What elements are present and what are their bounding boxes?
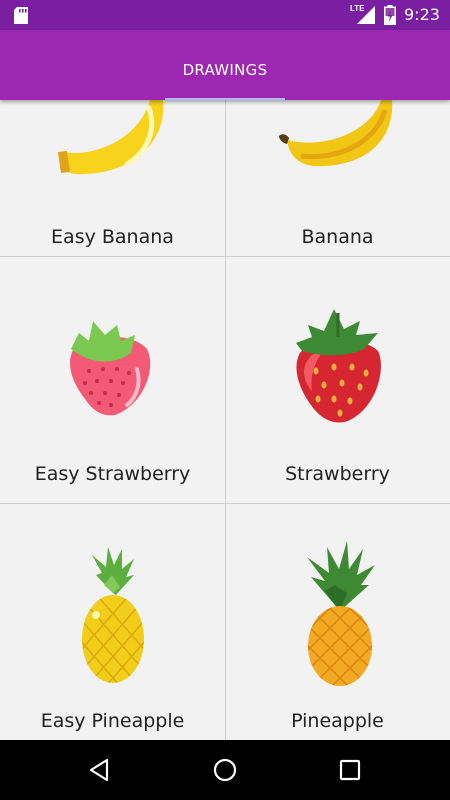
navigation-bar [0,740,450,800]
drawing-label: Easy Pineapple [40,710,185,732]
easy-pineapple-icon [82,547,144,683]
status-clock: 9:23 [404,5,440,24]
tab-label: DRAWINGS [182,61,268,79]
drawing-item-banana[interactable]: Banana [225,100,450,256]
sd-card-icon [14,7,28,24]
drawing-label: Banana [301,226,374,248]
drawing-item-pineapple[interactable]: Pineapple [225,503,450,740]
home-icon[interactable] [210,755,240,785]
drawing-label: Easy Strawberry [34,463,191,485]
battery-charging-icon [384,5,396,25]
tab-indicator [165,98,285,100]
tab-drawings[interactable]: DRAWINGS [165,30,285,100]
status-bar: LTE 9:23 [0,0,450,30]
strawberry-icon [296,309,381,423]
drawing-item-easy-strawberry[interactable]: Easy Strawberry [0,256,225,503]
drawing-label: Pineapple [291,710,384,732]
drawings-grid[interactable]: Easy Banana Banana Easy Strawberry Straw… [0,100,450,740]
banana-icon [279,100,393,167]
drawing-label: Easy Banana [51,226,174,248]
app-bar: DRAWINGS [0,30,450,100]
drawing-item-easy-pineapple[interactable]: Easy Pineapple [0,503,225,740]
drawing-label: Strawberry [285,463,390,485]
recent-apps-icon[interactable] [335,755,365,785]
easy-strawberry-icon [70,321,151,416]
network-type: LTE [350,4,365,13]
drawing-item-strawberry[interactable]: Strawberry [225,256,450,503]
back-icon[interactable] [85,755,115,785]
drawing-item-easy-banana[interactable]: Easy Banana [0,100,225,256]
easy-banana-icon [58,100,164,175]
pineapple-icon [307,541,375,686]
